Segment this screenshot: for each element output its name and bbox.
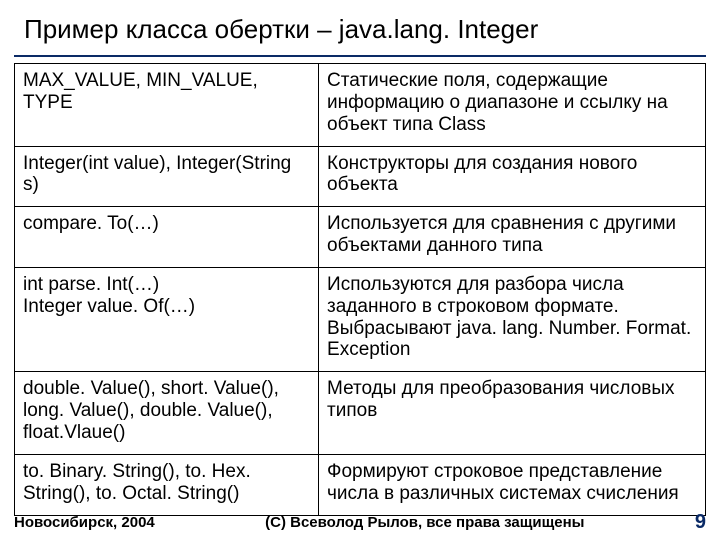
title-rule: [14, 55, 706, 57]
cell-left: MAX_VALUE, MIN_VALUE, TYPE: [15, 64, 319, 147]
footer-page-number: 9: [695, 511, 706, 534]
content-table: MAX_VALUE, MIN_VALUE, TYPE Статические п…: [14, 63, 706, 516]
cell-right: Формируют строковое представление числа …: [319, 454, 706, 515]
table-row: double. Value(), short. Value(), long. V…: [15, 372, 706, 455]
cell-right: Статические поля, содержащие информацию …: [319, 64, 706, 147]
footer-location: Новосибирск, 2004: [14, 514, 155, 531]
cell-left: Integer(int value), Integer(String s): [15, 146, 319, 207]
cell-right: Методы для преобразования числовых типов: [319, 372, 706, 455]
cell-left: int parse. Int(…)Integer value. Of(…): [15, 267, 319, 371]
cell-right: Конструкторы для создания нового объекта: [319, 146, 706, 207]
cell-left: compare. To(…): [15, 207, 319, 268]
table-row: int parse. Int(…)Integer value. Of(…) Ис…: [15, 267, 706, 371]
cell-left: double. Value(), short. Value(), long. V…: [15, 372, 319, 455]
footer: Новосибирск, 2004 (С) Всеволод Рылов, вс…: [14, 511, 706, 534]
cell-right: Используются для разбора числа заданного…: [319, 267, 706, 371]
footer-copyright: (С) Всеволод Рылов, все права защищены: [155, 514, 695, 531]
cell-right: Используется для сравнения с другими объ…: [319, 207, 706, 268]
table-row: MAX_VALUE, MIN_VALUE, TYPE Статические п…: [15, 64, 706, 147]
table-row: to. Binary. String(), to. Hex. String(),…: [15, 454, 706, 515]
slide: Пример класса обертки – java.lang. Integ…: [0, 0, 720, 540]
table-row: compare. To(…) Используется для сравнени…: [15, 207, 706, 268]
table-row: Integer(int value), Integer(String s) Ко…: [15, 146, 706, 207]
cell-left: to. Binary. String(), to. Hex. String(),…: [15, 454, 319, 515]
slide-title: Пример класса обертки – java.lang. Integ…: [14, 8, 706, 55]
